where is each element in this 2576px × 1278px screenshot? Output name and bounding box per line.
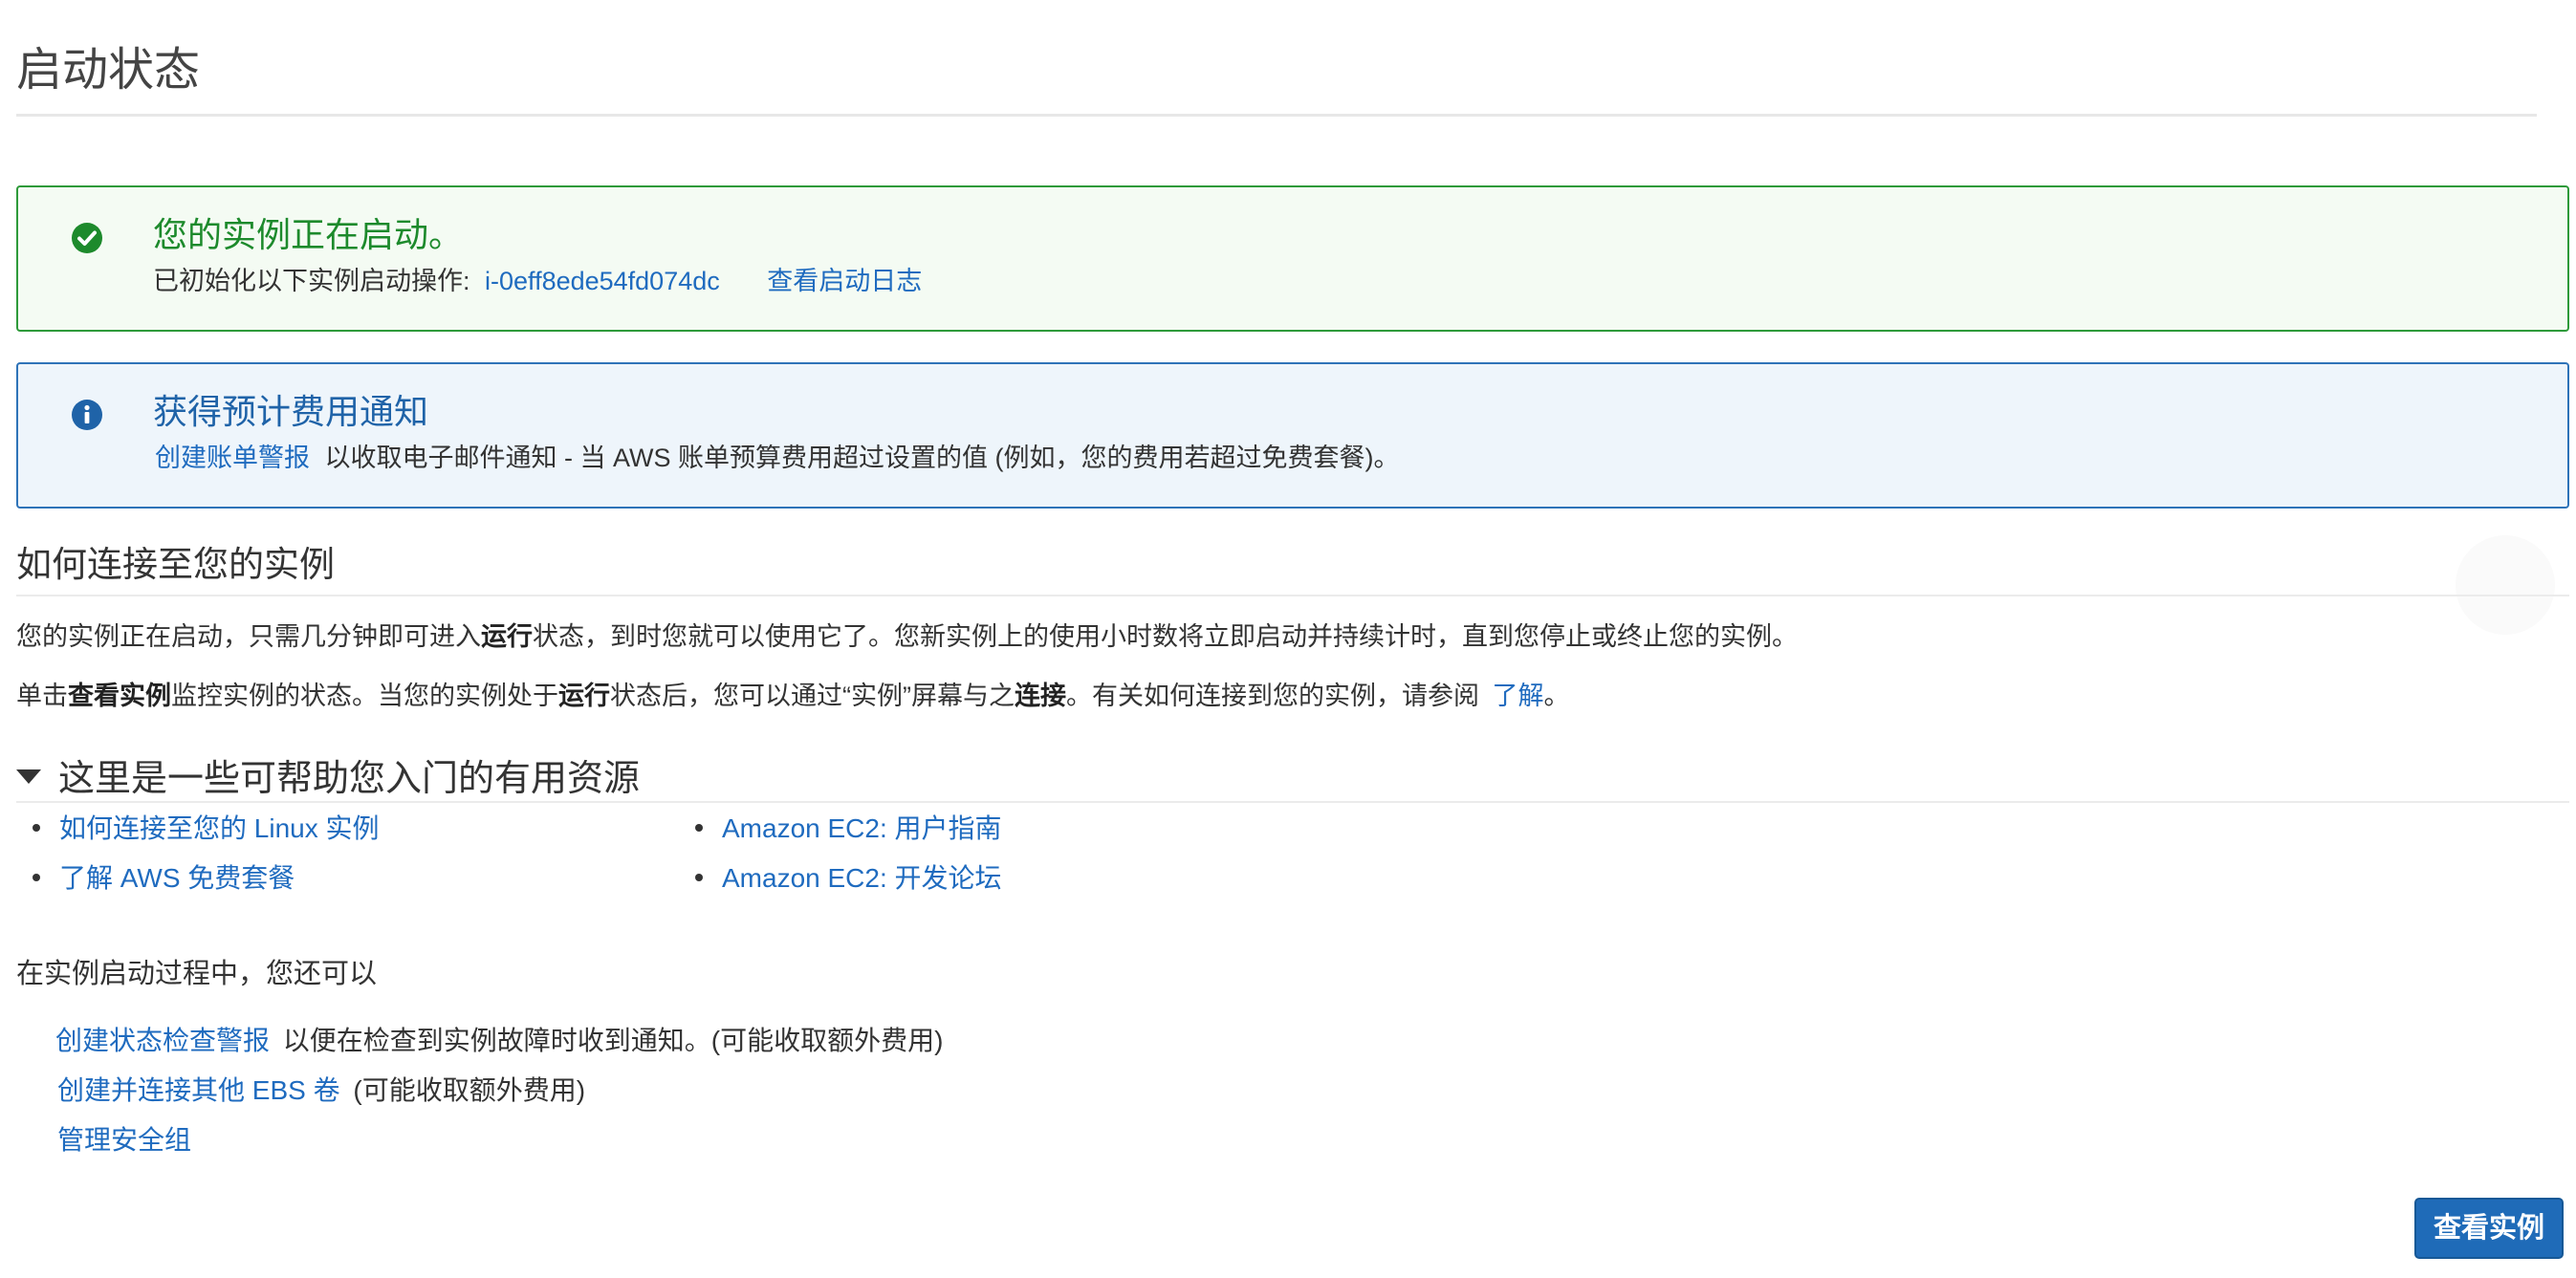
launch-status-page: 启动状态 您的实例正在启动。 已初始化以下实例启动操作: i-0eff8ede5… xyxy=(0,0,2576,1278)
connect-divider xyxy=(16,595,2569,596)
also-heading: 在实例启动过程中，您还可以 xyxy=(16,959,378,989)
also-item-text: (可能收取额外费用) xyxy=(353,1075,586,1105)
create-status-check-alarm-link[interactable]: 创建状态检查警报 xyxy=(55,1026,270,1055)
bullet-icon xyxy=(33,823,40,832)
billing-body-text: 以收取电子邮件通知 - 当 AWS 账单预算费用超过设置的值 (例如，您的费用若… xyxy=(324,444,1400,472)
check-circle-icon xyxy=(72,223,102,253)
bullet-icon xyxy=(33,873,40,881)
para1-bold-running: 运行 xyxy=(481,622,533,651)
success-heading: 您的实例正在启动。 xyxy=(153,215,464,254)
bullet-icon xyxy=(695,873,703,881)
learn-more-link[interactable]: 了解 xyxy=(1493,682,1544,710)
billing-info-alert: 获得预计费用通知 创建账单警报 以收取电子邮件通知 - 当 AWS 账单预算费用… xyxy=(16,362,2569,509)
connect-heading: 如何连接至您的实例 xyxy=(16,545,335,584)
para2-bold-view-instances: 查看实例 xyxy=(68,682,171,710)
manage-security-groups-link[interactable]: 管理安全组 xyxy=(57,1125,191,1155)
billing-body: 创建账单警报 以收取电子邮件通知 - 当 AWS 账单预算费用超过设置的值 (例… xyxy=(155,441,1400,475)
para2-text-4: 。有关如何连接到您的实例，请参阅 xyxy=(1065,682,1479,710)
also-item: 创建状态检查警报 以便在检查到实例故障时收到通知。(可能收取额外费用) xyxy=(55,1024,943,1058)
resource-link-forum[interactable]: Amazon EC2: 开发论坛 xyxy=(722,863,1002,893)
connect-paragraph-1: 您的实例正在启动，只需几分钟即可进入运行状态，到时您就可以使用它了。您新实例上的… xyxy=(16,619,1798,654)
resources-divider xyxy=(16,801,2569,803)
resource-item: Amazon EC2: 开发论坛 xyxy=(695,861,1002,896)
para2-text-2: 监控实例的状态。当您的实例处于 xyxy=(171,682,558,710)
also-item-text: 以便在检查到实例故障时收到通知。(可能收取额外费用) xyxy=(282,1026,944,1055)
create-ebs-volume-link[interactable]: 创建并连接其他 EBS 卷 xyxy=(57,1075,340,1105)
launch-success-alert: 您的实例正在启动。 已初始化以下实例启动操作: i-0eff8ede54fd07… xyxy=(16,185,2569,332)
resource-item: Amazon EC2: 用户指南 xyxy=(695,812,1002,846)
view-launch-log-link[interactable]: 查看启动日志 xyxy=(767,267,922,295)
bullet-icon xyxy=(695,823,703,832)
title-divider xyxy=(16,114,2537,117)
para1-text-2: 状态，到时您就可以使用它了。您新实例上的使用小时数将立即启动并持续计时，直到您停… xyxy=(533,622,1798,651)
success-body: 已初始化以下实例启动操作: i-0eff8ede54fd074dc 查看启动日志 xyxy=(153,264,922,298)
para2-bold-connect: 连接 xyxy=(1014,682,1066,710)
para2-text-3: 状态后，您可以通过“实例”屏幕与之 xyxy=(610,682,1015,710)
para2-bold-running: 运行 xyxy=(558,682,610,710)
resource-link-user-guide[interactable]: Amazon EC2: 用户指南 xyxy=(722,813,1002,843)
info-circle-icon xyxy=(72,400,102,430)
page-title: 启动状态 xyxy=(16,45,201,96)
view-instances-button[interactable]: 查看实例 xyxy=(2414,1198,2564,1259)
resources-toggle[interactable]: 这里是一些可帮助您入门的有用资源 xyxy=(16,755,640,803)
success-body-prefix: 已初始化以下实例启动操作: xyxy=(153,267,470,295)
also-item: 管理安全组 xyxy=(57,1123,191,1158)
billing-heading: 获得预计费用通知 xyxy=(153,392,429,431)
connect-paragraph-2: 单击查看实例监控实例的状态。当您的实例处于运行状态后，您可以通过“实例”屏幕与之… xyxy=(16,679,1570,713)
para1-text-1: 您的实例正在启动，只需几分钟即可进入 xyxy=(16,622,481,651)
para2-text-1: 单击 xyxy=(16,682,68,710)
resources-heading: 这里是一些可帮助您入门的有用资源 xyxy=(58,759,641,799)
resource-link-linux-connect[interactable]: 如何连接至您的 Linux 实例 xyxy=(59,813,380,843)
instance-id-link[interactable]: i-0eff8ede54fd074dc xyxy=(485,267,720,295)
resource-link-free-tier[interactable]: 了解 AWS 免费套餐 xyxy=(59,863,295,893)
para2-text-5: 。 xyxy=(1543,682,1570,710)
resource-item: 如何连接至您的 Linux 实例 xyxy=(33,812,380,846)
also-item: 创建并连接其他 EBS 卷 (可能收取额外费用) xyxy=(57,1073,585,1108)
create-billing-alarm-link[interactable]: 创建账单警报 xyxy=(155,444,310,472)
caret-down-icon xyxy=(16,769,41,785)
help-bubble xyxy=(2456,535,2555,635)
resource-item: 了解 AWS 免费套餐 xyxy=(33,861,295,896)
